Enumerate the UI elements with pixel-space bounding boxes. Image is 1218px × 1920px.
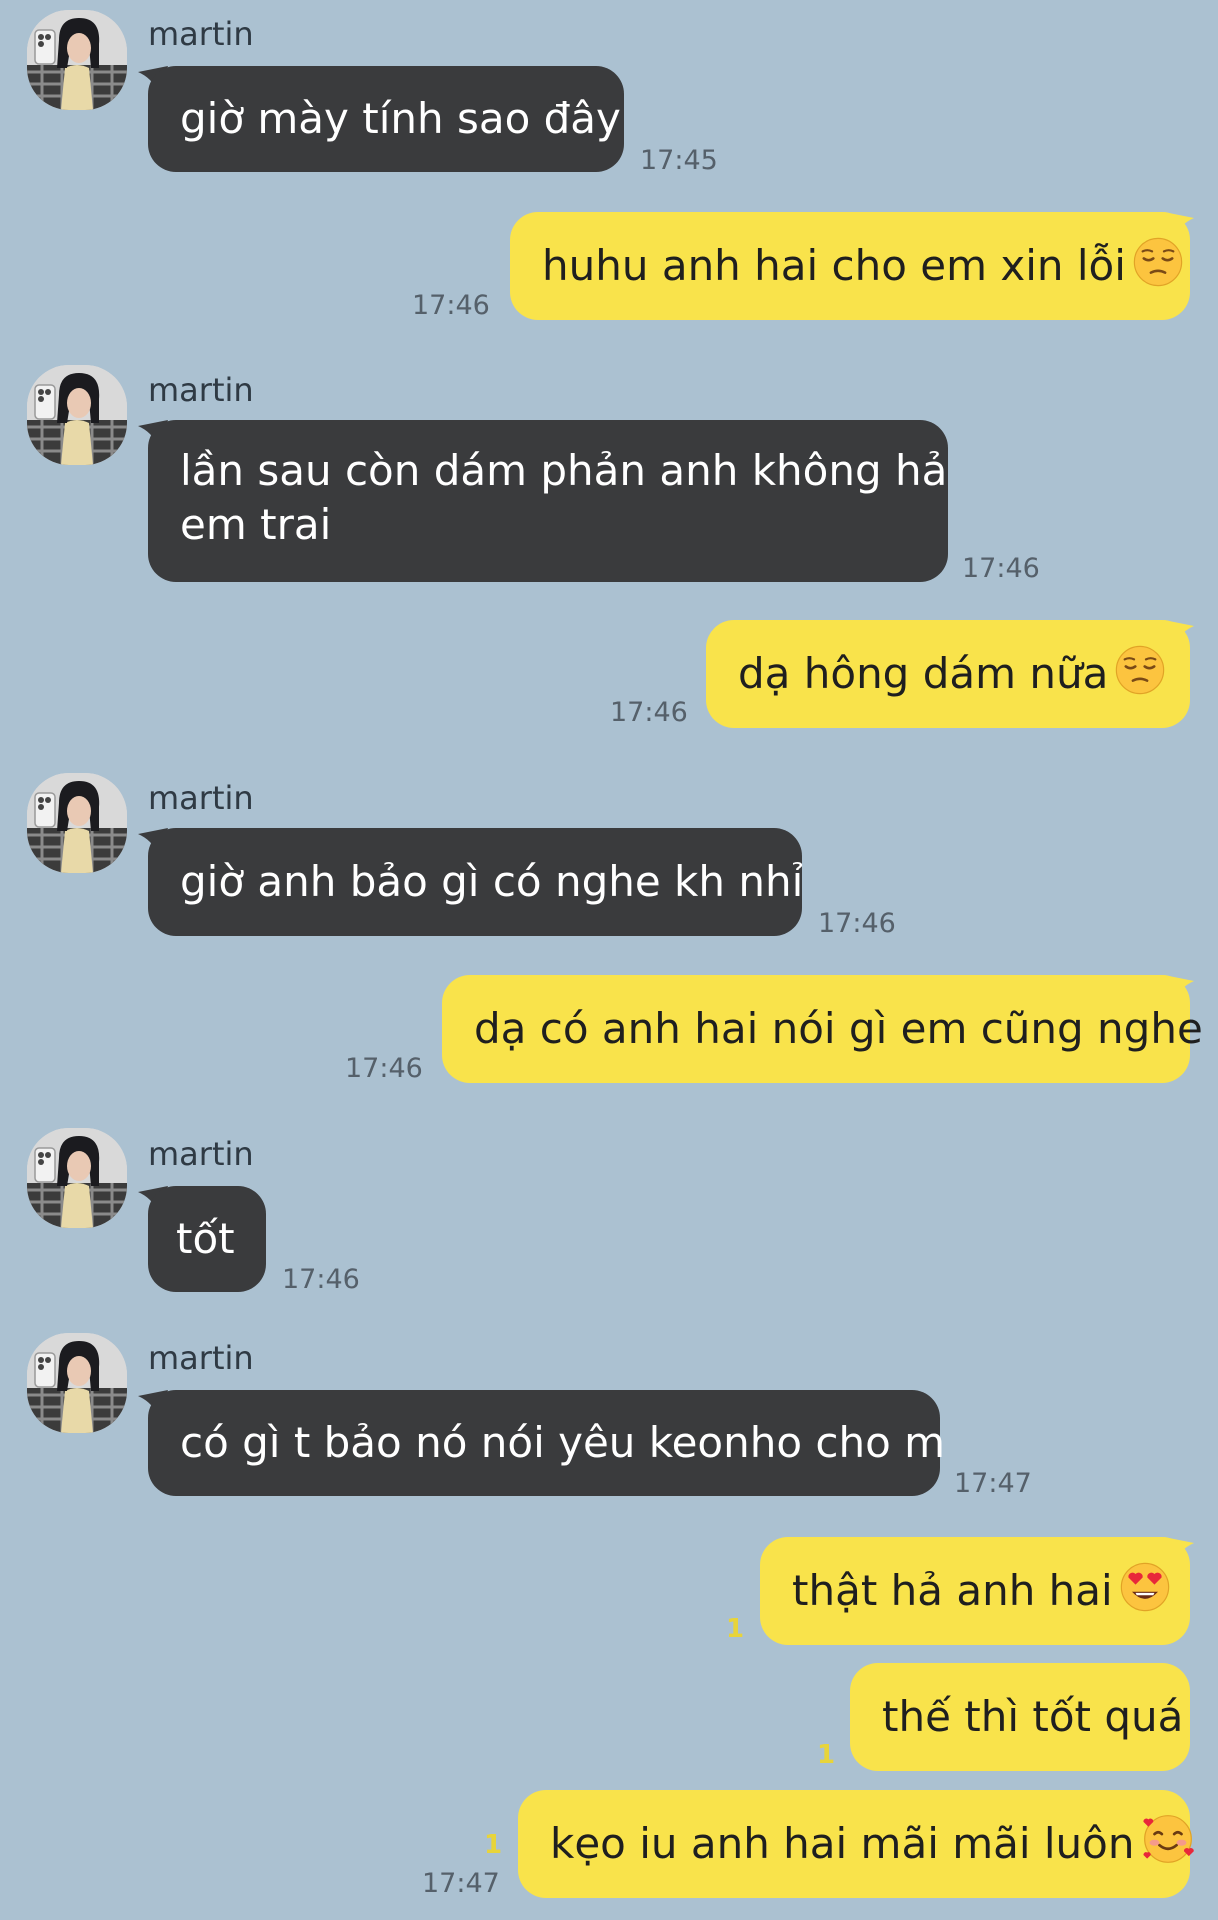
- message-bubble-outgoing[interactable]: dạ có anh hai nói gì em cũng nghe: [442, 975, 1203, 1083]
- sender-name: martin: [148, 15, 254, 53]
- avatar[interactable]: [27, 1333, 127, 1433]
- message-time: 17:46: [345, 1053, 423, 1084]
- message-text: tốt: [176, 1214, 235, 1263]
- message-bubble-outgoing[interactable]: huhu anh hai cho em xin lỗi: [510, 212, 1190, 320]
- message-text: huhu anh hai cho em xin lỗi: [542, 241, 1126, 290]
- message-time: 17:46: [818, 908, 896, 939]
- avatar[interactable]: [27, 10, 127, 110]
- message-text: thật hả anh hai: [792, 1566, 1113, 1615]
- message-text: dạ có anh hai nói gì em cũng nghe: [474, 1004, 1203, 1053]
- message-bubble-incoming[interactable]: giờ anh bảo gì có nghe kh nhỉ: [148, 828, 804, 936]
- sender-name: martin: [148, 1339, 254, 1377]
- message-bubble-incoming[interactable]: tốt: [148, 1186, 266, 1292]
- message-text-line: em trai: [180, 500, 332, 549]
- heart-eyes-face-icon: [1119, 1561, 1171, 1613]
- avatar[interactable]: [27, 1128, 127, 1228]
- pensive-face-icon: [1114, 644, 1166, 696]
- sender-name: martin: [148, 371, 254, 409]
- message-text: thế thì tốt quá: [882, 1692, 1184, 1741]
- message-time: 17:45: [640, 145, 718, 176]
- message-bubble-outgoing[interactable]: thế thì tốt quá: [850, 1663, 1190, 1771]
- smiling-face-with-hearts-icon: [1141, 1812, 1195, 1866]
- message-bubble-outgoing[interactable]: kẹo iu anh hai mãi mãi luôn: [518, 1790, 1190, 1898]
- message-time: 17:46: [962, 553, 1040, 584]
- message-bubble-incoming[interactable]: có gì t bảo nó nói yêu keonho cho m: [148, 1390, 945, 1496]
- avatar[interactable]: [27, 365, 127, 465]
- avatar[interactable]: [27, 773, 127, 873]
- message-time: 17:47: [422, 1868, 500, 1899]
- message-text: có gì t bảo nó nói yêu keonho cho m: [180, 1418, 946, 1467]
- message-bubble-incoming[interactable]: giờ mày tính sao đây: [148, 66, 624, 172]
- message-bubble-outgoing[interactable]: dạ hông dám nữa: [706, 620, 1190, 728]
- sender-name: martin: [148, 779, 254, 817]
- sender-name: martin: [148, 1135, 254, 1173]
- message-text: kẹo iu anh hai mãi mãi luôn: [550, 1819, 1135, 1868]
- pensive-face-icon: [1132, 236, 1184, 288]
- message-text-line: lần sau còn dám phản anh không hả: [180, 446, 948, 495]
- message-time: 17:46: [282, 1264, 360, 1295]
- message-bubble-outgoing[interactable]: thật hả anh hai: [760, 1537, 1190, 1645]
- unread-count: 1: [726, 1614, 745, 1644]
- message-time: 17:46: [412, 290, 490, 321]
- message-time: 17:47: [954, 1468, 1032, 1499]
- unread-count: 1: [484, 1830, 503, 1860]
- message-text: giờ anh bảo gì có nghe kh nhỉ: [180, 857, 804, 906]
- message-text: dạ hông dám nữa: [738, 649, 1109, 698]
- message-time: 17:46: [610, 697, 688, 728]
- message-bubble-incoming[interactable]: lần sau còn dám phản anh không hả em tra…: [148, 420, 948, 582]
- unread-count: 1: [817, 1740, 836, 1770]
- message-text: giờ mày tính sao đây: [180, 94, 621, 143]
